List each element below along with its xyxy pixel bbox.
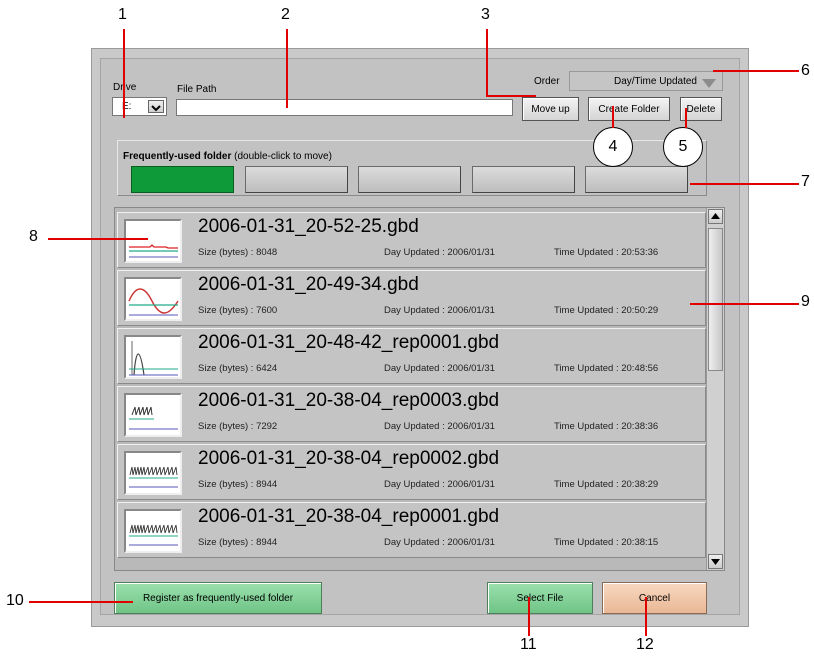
file-size: Size (bytes) : 7600: [198, 305, 278, 316]
file-day-updated: Day Updated : 2006/01/31: [384, 421, 495, 432]
dropdown-triangle-icon[interactable]: [701, 76, 717, 94]
leader-line-10: [29, 601, 133, 603]
register-frequent-folder-button[interactable]: Register as frequently-used folder: [114, 582, 322, 614]
callout-10: 10: [6, 592, 24, 609]
leader-line-7: [690, 183, 799, 185]
file-time-updated: Time Updated : 20:38:15: [554, 537, 659, 548]
callout-5: 5: [663, 127, 703, 167]
leader-line-4: [612, 106, 614, 128]
leader-line-8: [48, 238, 148, 240]
file-size: Size (bytes) : 6424: [198, 363, 278, 374]
file-time-updated: Time Updated : 20:53:36: [554, 247, 659, 258]
drive-select[interactable]: E:: [112, 97, 167, 116]
flat-icon: [129, 244, 178, 258]
file-name: 2006-01-31_20-52-25.gbd: [198, 216, 419, 237]
file-time-updated: Time Updated : 20:48:56: [554, 363, 659, 374]
frequent-folder-title: Frequently-used folder (double-click to …: [123, 151, 332, 162]
callout-3: 3: [481, 6, 490, 23]
frequent-folder-hint: (double-click to move): [234, 151, 332, 162]
callout-9: 9: [801, 293, 810, 310]
file-day-updated: Day Updated : 2006/01/31: [384, 537, 495, 548]
file-time-updated: Time Updated : 20:38:36: [554, 421, 659, 432]
scroll-up-button[interactable]: [708, 209, 723, 224]
leader-line-2: [286, 29, 288, 108]
arrow-down-icon: [711, 559, 720, 565]
spikes-short-icon: [129, 406, 178, 430]
sine-icon: [128, 288, 179, 316]
scroll-thumb[interactable]: [708, 228, 723, 371]
leader-line-3b: [486, 95, 536, 97]
leader-line-6: [713, 70, 799, 72]
file-size: Size (bytes) : 8944: [198, 479, 278, 490]
chevron-down-icon[interactable]: [148, 100, 164, 113]
waveform-thumbnail: [124, 277, 182, 321]
file-name: 2006-01-31_20-38-04_rep0003.gbd: [198, 390, 500, 411]
leader-line-9: [690, 303, 799, 305]
file-name: 2006-01-31_20-48-42_rep0001.gbd: [198, 332, 500, 353]
file-time-updated: Time Updated : 20:38:29: [554, 479, 659, 490]
file-size: Size (bytes) : 8944: [198, 537, 278, 548]
waveform-thumbnail: [124, 509, 182, 553]
select-file-button[interactable]: Select File: [487, 582, 593, 614]
leader-line-11: [528, 597, 530, 636]
callout-4: 4: [593, 127, 633, 167]
frequent-folder-slot-1[interactable]: [131, 166, 234, 193]
leader-line-5: [685, 108, 687, 128]
frequent-folder-slot-4[interactable]: [472, 166, 575, 193]
file-row[interactable]: 2006-01-31_20-38-04_rep0001.gbd Size (byt…: [117, 502, 706, 558]
file-row[interactable]: 2006-01-31_20-38-04_rep0003.gbd Size (byt…: [117, 386, 706, 442]
leader-line-1: [123, 29, 125, 118]
file-row[interactable]: 2006-01-31_20-48-42_rep0001.gbd Size (byt…: [117, 328, 706, 384]
move-up-button[interactable]: Move up: [522, 97, 579, 121]
leader-line-12: [645, 597, 647, 636]
order-label: Order: [534, 76, 560, 87]
waveform-thumbnail: [124, 219, 182, 263]
file-size: Size (bytes) : 7292: [198, 421, 278, 432]
file-row[interactable]: 2006-01-31_20-49-34.gbd Size (bytes) : 76…: [117, 270, 706, 326]
callout-1: 1: [118, 6, 127, 23]
callout-11: 11: [520, 636, 537, 653]
waveform-thumbnail: [124, 335, 182, 379]
frequent-folder-slot-2[interactable]: [245, 166, 348, 193]
create-folder-button[interactable]: Create Folder: [588, 97, 670, 121]
scroll-down-button[interactable]: [708, 554, 723, 569]
spikes-icon: [129, 524, 178, 546]
waveform-thumbnail: [124, 451, 182, 495]
file-day-updated: Day Updated : 2006/01/31: [384, 363, 495, 374]
callout-8: 8: [29, 228, 38, 245]
frequent-folder-slot-3[interactable]: [358, 166, 461, 193]
pulse-icon: [129, 341, 178, 376]
file-day-updated: Day Updated : 2006/01/31: [384, 247, 495, 258]
file-day-updated: Day Updated : 2006/01/31: [384, 305, 495, 316]
file-name: 2006-01-31_20-38-04_rep0001.gbd: [198, 506, 500, 527]
waveform-thumbnail: [124, 393, 182, 437]
frequent-folder-title-text: Frequently-used folder: [123, 151, 232, 162]
file-path-field[interactable]: [176, 99, 513, 116]
file-name: 2006-01-31_20-49-34.gbd: [198, 274, 419, 295]
arrow-up-icon: [711, 213, 720, 219]
order-value: Day/Time Updated: [614, 76, 697, 87]
file-row[interactable]: 2006-01-31_20-52-25.gbd Size (bytes) : 80…: [117, 212, 706, 268]
scrollbar[interactable]: [706, 208, 724, 570]
file-size: Size (bytes) : 8048: [198, 247, 278, 258]
order-select[interactable]: Day/Time Updated: [569, 71, 723, 91]
cancel-button[interactable]: Cancel: [602, 582, 707, 614]
callout-2: 2: [281, 6, 290, 23]
file-day-updated: Day Updated : 2006/01/31: [384, 479, 495, 490]
callout-7: 7: [801, 173, 810, 190]
file-path-label: File Path: [177, 84, 217, 95]
frequent-folder-slot-5[interactable]: [585, 166, 688, 193]
file-name: 2006-01-31_20-38-04_rep0002.gbd: [198, 448, 500, 469]
file-time-updated: Time Updated : 20:50:29: [554, 305, 659, 316]
leader-line-3a: [486, 29, 488, 96]
callout-12: 12: [636, 636, 654, 653]
spikes-icon: [129, 466, 178, 488]
file-row[interactable]: 2006-01-31_20-38-04_rep0002.gbd Size (byt…: [117, 444, 706, 500]
callout-6: 6: [801, 62, 810, 79]
